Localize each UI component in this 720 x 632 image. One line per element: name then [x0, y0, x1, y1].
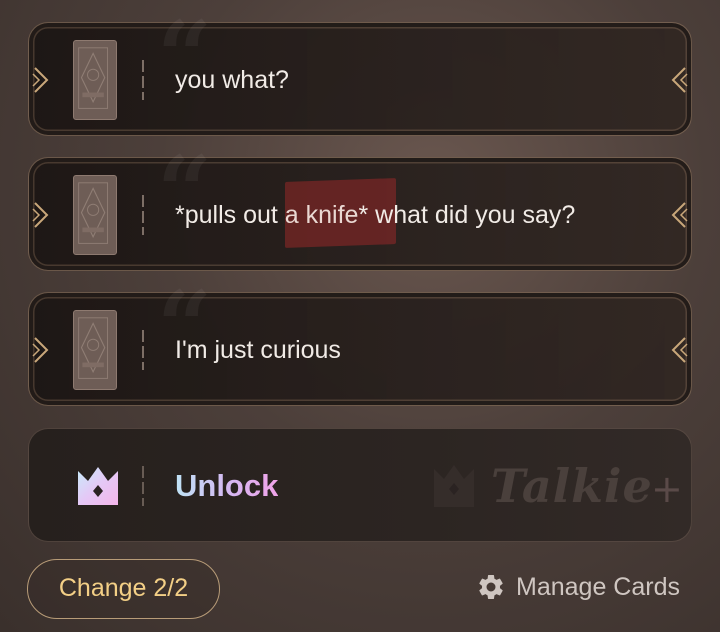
divider: [142, 466, 144, 506]
reply-text: *pulls out a knife* what did you say?: [175, 201, 576, 229]
divider: [142, 195, 144, 235]
right-ornament-icon: [671, 202, 688, 228]
left-ornament-icon: [32, 67, 49, 93]
brand-crown-icon: [434, 465, 474, 507]
right-ornament-icon: [671, 67, 688, 93]
unlock-card[interactable]: Unlock Talkie +: [28, 428, 692, 542]
tarot-card-icon: [73, 40, 117, 120]
reply-card-2[interactable]: “ *pulls out a knife* what did you say?: [28, 144, 692, 271]
manage-cards-label: Manage Cards: [516, 572, 680, 601]
reply-text: you what?: [175, 66, 289, 94]
divider: [142, 330, 144, 370]
change-button[interactable]: Change 2/2: [27, 559, 220, 619]
brand-plus-mark: +: [651, 467, 683, 511]
left-ornament-icon: [32, 202, 49, 228]
brand-logo-text: Talkie: [491, 459, 653, 513]
divider: [142, 60, 144, 100]
crown-icon: [78, 467, 118, 505]
gear-icon: [479, 574, 503, 599]
reply-card-1[interactable]: “ you what?: [28, 9, 692, 136]
unlock-label: Unlock: [175, 429, 278, 543]
reply-text: I'm just curious: [175, 336, 341, 364]
tarot-card-icon: [73, 175, 117, 255]
reply-card-3[interactable]: “ I'm just curious: [28, 279, 692, 406]
left-ornament-icon: [32, 337, 49, 363]
tarot-card-icon: [73, 310, 117, 390]
manage-cards-button[interactable]: Manage Cards: [476, 565, 680, 609]
right-ornament-icon: [671, 337, 688, 363]
